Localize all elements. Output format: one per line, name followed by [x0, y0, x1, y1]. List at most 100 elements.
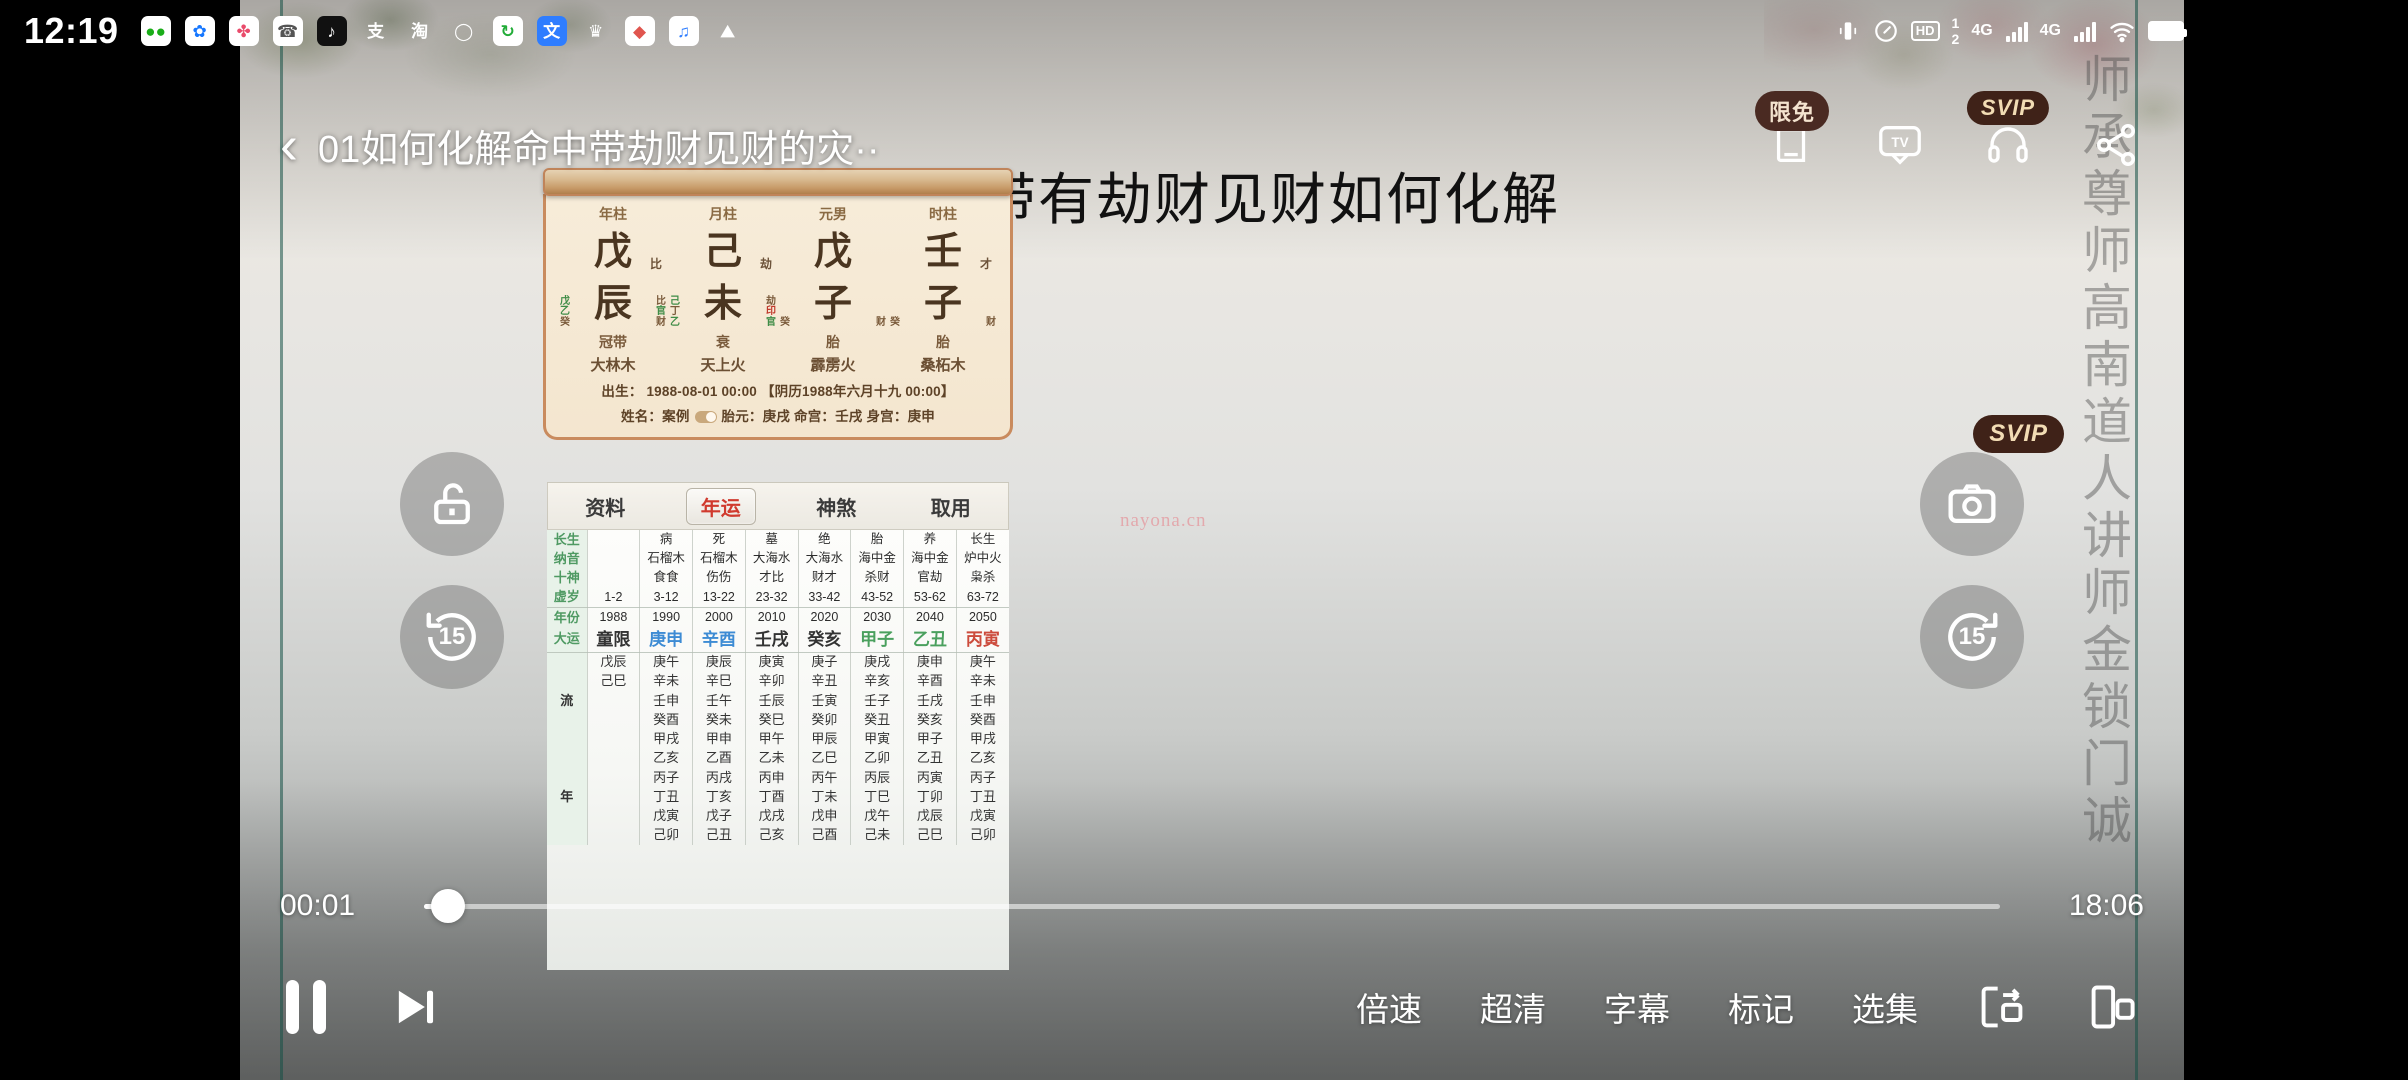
book-button[interactable]: 限免	[1754, 91, 1830, 173]
dayun-1[interactable]: 庚申	[639, 627, 693, 653]
hidden-stems-month: 己丁乙	[670, 295, 680, 328]
stage-hour: 胎	[936, 334, 950, 350]
progress-handle[interactable]	[430, 889, 465, 923]
picture-in-picture-button[interactable]	[1976, 981, 2028, 1033]
share-button[interactable]	[2088, 117, 2144, 173]
liunian-2-1: 壬申	[639, 691, 693, 711]
speed-button[interactable]: 倍速	[1356, 983, 1422, 1031]
lock-button[interactable]	[400, 452, 504, 556]
stem-god-year: 比	[649, 257, 662, 271]
pause-button[interactable]	[286, 980, 326, 1034]
tab-quyong[interactable]: 取用	[917, 489, 985, 524]
liunian-0-0: 戊辰	[587, 652, 641, 672]
changsheng-5: 胎	[850, 530, 904, 550]
progress-track[interactable]	[424, 889, 2000, 923]
music-icon: ♫	[668, 16, 699, 46]
stem-day: 戊	[813, 231, 852, 273]
nian-3-0	[587, 806, 641, 826]
table-row-changsheng: 长生 病 死 墓 绝 胎 养 长生	[547, 530, 1009, 550]
birth-datetime-line: 出生： 1988-08-01 00:00 【阴历1988年六月十九 00:00】	[601, 384, 955, 399]
nayin-row: 大林木 天上火 霹雳火 桑柘木	[558, 352, 998, 375]
tab-shensha[interactable]: 神煞	[802, 489, 870, 524]
table-row-liunian-0: 流 戊辰 庚午 庚辰 庚寅 庚子 庚戌 庚申 庚午	[547, 652, 1009, 749]
picture-in-picture-icon	[1981, 986, 2023, 1028]
tv-cast-icon: TV	[1879, 126, 1921, 165]
camera-icon	[1948, 484, 1996, 524]
playback-controls	[286, 980, 440, 1034]
network-type-1: 4G	[1971, 22, 1993, 39]
forward-15-button[interactable]: 15	[1920, 585, 2024, 689]
rewind-15-icon: 15	[421, 606, 483, 668]
dayun-0[interactable]: 童限	[587, 627, 641, 653]
screenshot-button[interactable]	[1920, 452, 2024, 556]
nian-3-4: 戊申	[798, 806, 852, 826]
branch-hour: 子	[923, 283, 962, 325]
progress-bar-container[interactable]: 00:01 18:06	[240, 876, 2184, 936]
nian-4-0	[587, 825, 641, 845]
table-row-nayin: 纳音 石榴木 石榴木 大海水 大海水 海中金 海中金 炉中火	[547, 549, 1009, 569]
svg-text:TV: TV	[1891, 135, 1908, 150]
back-icon[interactable]: ‹	[280, 118, 298, 172]
name-value: 案例	[662, 409, 690, 424]
xusui-2: 13-22	[692, 587, 746, 608]
tab-ziliao[interactable]: 资料	[571, 489, 639, 524]
dayun-6[interactable]: 乙丑	[903, 627, 957, 653]
dayun-2[interactable]: 辛酉	[692, 627, 746, 653]
total-duration: 18:06	[2068, 889, 2144, 922]
liunian-2-7: 壬申	[969, 692, 996, 708]
dayun-4[interactable]: 癸亥	[798, 627, 852, 653]
system-status-bar: 12:19 ●● ✿ ✤ ☎ ♪ 支 淘 ◯ ↻ 文 ♛ ◆ ♫ ⛰ HD 1 …	[0, 0, 2408, 62]
nian-0-2: 乙酉	[692, 748, 746, 768]
split-screen-button[interactable]	[2086, 981, 2138, 1033]
network-type-2: 4G	[2039, 22, 2061, 39]
gender-toggle[interactable]	[694, 411, 717, 424]
subtitle-button[interactable]: 字幕	[1604, 983, 1670, 1031]
forward-svip-badge: SVIP	[1973, 415, 2064, 453]
hidden-gods-day: 财	[876, 316, 886, 328]
tab-nianyun[interactable]: 年运	[685, 487, 756, 525]
tiktok-icon: ♪	[316, 16, 347, 46]
cast-button[interactable]: TV	[1872, 117, 1928, 173]
pillar-label-day: 元男	[819, 206, 847, 222]
nian-1-7: 丙子	[969, 769, 996, 785]
quality-button[interactable]: 超清	[1480, 983, 1546, 1031]
row-label-year: 年份	[547, 607, 588, 628]
stage-year: 冠带	[599, 334, 627, 350]
bookmark-button[interactable]: 标记	[1728, 983, 1794, 1031]
year-4: 2020	[798, 607, 852, 628]
liunian-0-2: 庚辰	[692, 652, 746, 672]
stem-cell-year: 戊比	[558, 226, 668, 278]
branch-month: 未	[703, 283, 742, 325]
stem-cell-day: 戊	[778, 226, 888, 278]
next-episode-button[interactable]	[388, 981, 440, 1033]
liunian-0-1: 庚午	[639, 652, 693, 672]
video-player[interactable]: 命中带有劫财见财如何化解 nayona.cn 师承尊师高南道人讲师金锁门诚 年柱…	[240, 0, 2184, 1080]
bazi-tab-bar[interactable]: 资料 年运 神煞 取用	[547, 482, 1009, 530]
dayun-3[interactable]: 壬戌	[745, 627, 799, 653]
table-row-years: 年份 1988 1990 2000 2010 2020 2030 2040 20…	[547, 607, 1009, 628]
nian-1-6: 丙寅	[903, 768, 957, 788]
nian-4-7: 己卯	[969, 827, 996, 843]
episode-list-button[interactable]: 选集	[1852, 983, 1918, 1031]
heavenly-stem-row: 戊比 己劫 戊 壬才	[558, 226, 998, 278]
table-row-liunian-1: 己巳 辛未 辛巳 辛卯 辛丑 辛亥 辛酉 辛未	[547, 671, 1009, 691]
branch-cell-hour: 癸 子 财	[888, 278, 998, 330]
nayin-4: 大海水	[798, 549, 852, 569]
liunian-1-7: 辛未	[969, 673, 996, 689]
row-label-nayin: 纳音	[547, 549, 588, 569]
row-label-changsheng: 长生	[547, 530, 588, 550]
player-options: 倍速 超清 字幕 标记 选集	[1356, 981, 2138, 1033]
taiyuan-value: 庚戌	[762, 409, 791, 424]
liunian-3-3: 癸巳	[745, 710, 799, 730]
dayun-7[interactable]: 丙寅	[956, 627, 1009, 653]
changsheng-2: 死	[692, 530, 746, 550]
dayun-5[interactable]: 甲子	[850, 627, 904, 653]
liunian-3-6: 癸亥	[903, 710, 957, 730]
liunian-4-0	[587, 729, 641, 749]
audio-mode-button[interactable]: SVIP	[1966, 91, 2050, 173]
shengong-label: 身宫：	[866, 409, 908, 424]
nian-4-1: 己卯	[639, 825, 693, 845]
year-2: 2000	[692, 607, 746, 628]
forward-15-icon: 15	[1941, 606, 2003, 668]
rewind-15-button[interactable]: 15	[400, 585, 504, 689]
